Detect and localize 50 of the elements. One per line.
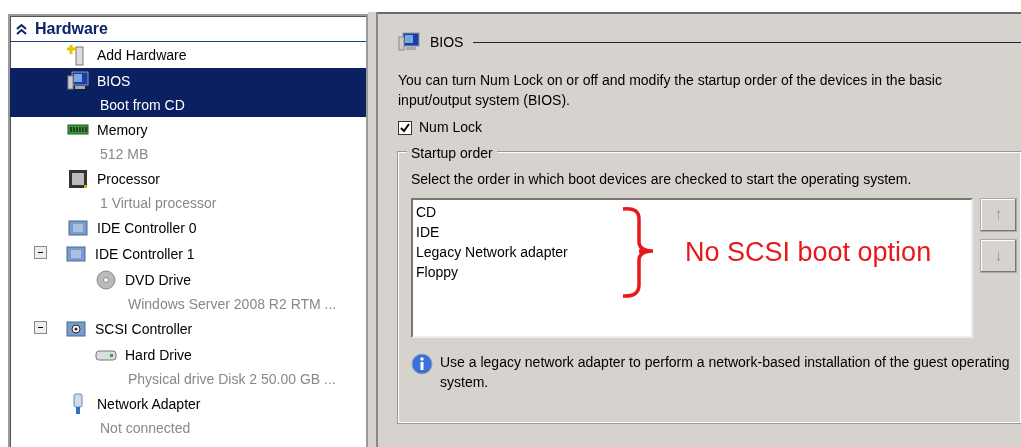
tree-item[interactable]: IDE Controller 1 — [10, 241, 366, 267]
list-item[interactable]: Floppy — [416, 262, 459, 282]
controller-card-icon — [67, 217, 89, 239]
item-name: DVD Drive — [125, 271, 193, 290]
item-detail: 512 MB — [100, 145, 149, 164]
boot-order-list[interactable]: CD IDE Legacy Network adapter Floppy No SCSI boot option — [411, 198, 973, 338]
computer-icon — [67, 70, 89, 92]
tree-item[interactable]: Add Hardware — [10, 42, 366, 68]
section-heading: Hardware — [35, 18, 108, 39]
tree-item[interactable]: Memory 512 MB — [10, 117, 366, 166]
item-detail: Boot from CD — [100, 96, 185, 115]
checkbox[interactable] — [398, 120, 412, 135]
item-name: Processor — [97, 170, 162, 189]
panel-title: BIOS — [430, 32, 464, 52]
collapse-toggle[interactable] — [34, 321, 47, 334]
tree-item[interactable]: SCSI Controller — [10, 316, 366, 342]
instruction-text: Select the order in which boot devices are checked to start the operating system. — [411, 170, 913, 189]
controller-card-icon — [65, 318, 87, 340]
computer-icon — [398, 31, 420, 53]
item-name: Network Adapter — [97, 395, 201, 414]
controller-card-icon — [65, 243, 87, 265]
item-detail: Physical drive Disk 2 50.00 GB ... — [128, 370, 336, 389]
item-name: Memory — [97, 121, 149, 140]
item-name: BIOS — [97, 72, 132, 91]
tree-item[interactable]: Hard Drive Physical drive Disk 2 50.00 GB ... — [10, 342, 366, 391]
annotation-text: No SCSI boot option — [685, 236, 932, 269]
item-name: Add Hardware — [97, 46, 187, 65]
description-text: You can turn Num Lock on or off and modify the startup order of the devices in the basic input/output system (BIOS). — [398, 71, 943, 110]
tree-item[interactable]: Network Adapter Not connected — [10, 391, 366, 440]
tree-item[interactable]: DVD Drive Windows Server 2008 R2 RTM ... — [10, 267, 366, 316]
item-detail: Not connected — [100, 419, 192, 438]
item-detail: 1 Virtual processor — [100, 194, 217, 213]
info-icon — [411, 353, 433, 375]
item-name: IDE Controller 0 — [97, 219, 197, 238]
collapse-icon[interactable] — [16, 22, 27, 35]
tree-item[interactable]: IDE Controller 0 — [10, 215, 366, 241]
disc-icon — [95, 269, 117, 291]
item-name: Hard Drive — [125, 346, 193, 365]
chip-icon — [67, 168, 89, 190]
list-item[interactable]: CD — [416, 202, 437, 222]
collapse-toggle[interactable] — [34, 246, 47, 259]
list-item[interactable]: Legacy Network adapter — [416, 242, 568, 262]
tree-item[interactable]: BIOS Boot from CD — [10, 68, 366, 117]
checkbox-label: Num Lock — [419, 118, 483, 137]
item-detail: Windows Server 2008 R2 RTM ... — [128, 295, 337, 314]
item-name: IDE Controller 1 — [95, 245, 195, 264]
item-name: SCSI Controller — [95, 320, 193, 339]
list-item[interactable]: IDE — [416, 222, 440, 242]
tree-item[interactable]: Processor 1 Virtual processor — [10, 166, 366, 215]
info-text: Use a legacy network adapter to perform a network-based installation of the guest operating system. — [440, 353, 1011, 392]
